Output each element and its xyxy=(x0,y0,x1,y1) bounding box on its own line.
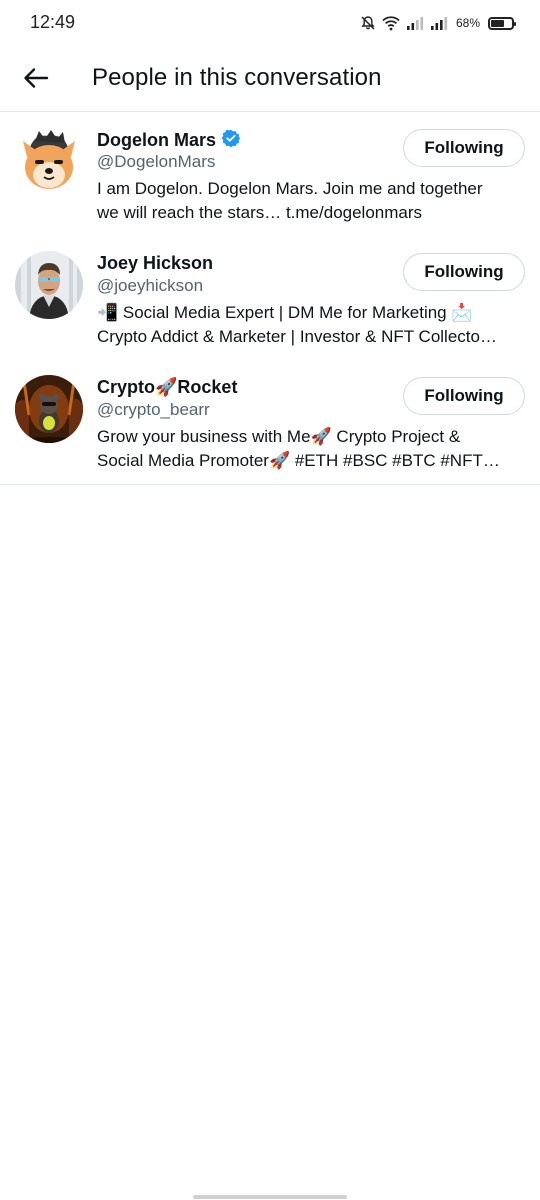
user-row[interactable]: Dogelon Mars @DogelonMars I am Dogelon. … xyxy=(0,113,540,237)
status-bar: 12:49 68% xyxy=(0,0,540,46)
wifi-icon xyxy=(382,15,400,31)
avatar[interactable] xyxy=(15,127,83,195)
following-button[interactable]: Following xyxy=(403,129,525,167)
bio-line: Social Media Promoter🚀 #ETH #BSC #BTC #N… xyxy=(97,451,500,470)
verified-badge-icon xyxy=(221,129,241,152)
header: People in this conversation xyxy=(0,46,540,112)
user-bio: I am Dogelon. Dogelon Mars. Join me and … xyxy=(97,177,527,225)
user-row[interactable]: Joey Hickson @joeyhickson 📲 Social Media… xyxy=(0,237,540,361)
bio-line: 📲 Social Media Expert | DM Me for Market… xyxy=(97,303,473,322)
battery-icon xyxy=(488,16,516,30)
user-list: Dogelon Mars @DogelonMars I am Dogelon. … xyxy=(0,113,540,485)
mute-bell-icon xyxy=(360,15,376,31)
user-bio: Grow your business with Me🚀 Crypto Proje… xyxy=(97,425,527,473)
name-line: Crypto🚀Rocket xyxy=(97,377,237,398)
user-handle: @DogelonMars xyxy=(97,152,216,171)
user-name[interactable]: Dogelon Mars xyxy=(97,130,216,151)
status-time: 12:49 xyxy=(30,12,76,32)
bio-line: Grow your business with Me🚀 Crypto Proje… xyxy=(97,427,461,446)
page-title: People in this conversation xyxy=(92,64,382,91)
signal-icon xyxy=(430,15,448,31)
back-button[interactable] xyxy=(16,60,56,100)
status-icons: 68% xyxy=(360,13,516,33)
user-handle: @joeyhickson xyxy=(97,276,204,295)
avatar[interactable] xyxy=(15,251,83,319)
bio-line: I am Dogelon. Dogelon Mars. Join me and … xyxy=(97,179,483,198)
user-row[interactable]: Crypto🚀Rocket @crypto_bearr Grow your bu… xyxy=(0,361,540,485)
name-line: Dogelon Mars xyxy=(97,129,241,152)
name-line: Joey Hickson xyxy=(97,253,213,274)
battery-level xyxy=(491,19,504,27)
following-button[interactable]: Following xyxy=(403,253,525,291)
signal-icon xyxy=(406,15,424,31)
user-handle: @crypto_bearr xyxy=(97,400,210,419)
following-button[interactable]: Following xyxy=(403,377,525,415)
user-name[interactable]: Crypto🚀Rocket xyxy=(97,377,237,398)
battery-percent: 68% xyxy=(455,16,480,30)
avatar[interactable] xyxy=(15,375,83,443)
user-name[interactable]: Joey Hickson xyxy=(97,253,213,274)
bio-line[interactable]: we will reach the stars… t.me/dogelonmar… xyxy=(97,201,527,225)
bio-line: Crypto Addict & Marketer | Investor & NF… xyxy=(97,327,497,346)
arrow-left-icon xyxy=(23,67,49,94)
home-indicator[interactable] xyxy=(193,1195,347,1199)
user-bio: 📲 Social Media Expert | DM Me for Market… xyxy=(97,301,527,349)
